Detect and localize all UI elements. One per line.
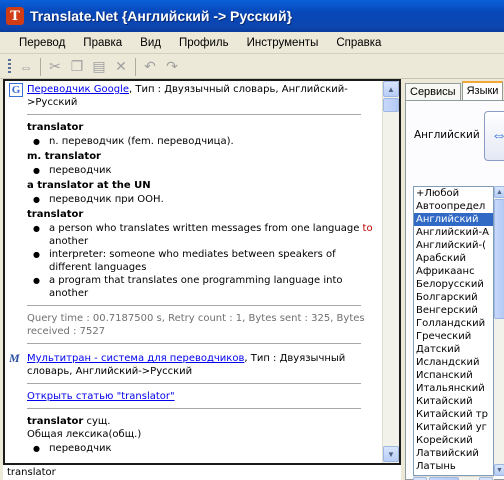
multitran-term-row: translator сущ.: [27, 415, 379, 428]
multitran-logo-icon: M: [9, 351, 20, 365]
language-item[interactable]: Английский: [414, 213, 493, 226]
entry-term: translator: [27, 416, 84, 427]
entry-def: переводчик при ООН.: [27, 193, 379, 206]
google-logo-icon: G: [9, 83, 23, 97]
language-list[interactable]: +Любой Автоопредел Английский Английский-А А…: [413, 186, 494, 476]
tab-services[interactable]: Сервисы: [405, 83, 461, 100]
toolbar-separator: [135, 57, 136, 76]
delete-icon[interactable]: ✕: [111, 57, 131, 77]
from-language-label: Английский: [414, 129, 480, 141]
scroll-thumb[interactable]: [383, 98, 399, 112]
toolbar-grip[interactable]: [8, 58, 11, 75]
languages-panel: Английский ⇔ +Любой Автоопредел Английский…: [405, 100, 504, 480]
entry-def: n. переводчик (fem. переводчица).: [27, 135, 379, 148]
language-item[interactable]: Корейский: [414, 434, 493, 447]
language-item[interactable]: Китайский тр: [414, 408, 493, 421]
language-item[interactable]: Исландский: [414, 356, 493, 369]
language-item[interactable]: Венгерский: [414, 304, 493, 317]
language-item[interactable]: Китайский уг: [414, 421, 493, 434]
app-icon: T: [6, 7, 24, 25]
title-bar[interactable]: T Translate.Net {Английский -> Русский}: [0, 0, 504, 32]
menu-translate[interactable]: Перевод: [0, 37, 74, 49]
multitran-entries: translator сущ. Общая лексика(общ.) пере…: [9, 415, 379, 455]
language-list-scrollbar[interactable]: ▲ ▼: [494, 186, 504, 476]
divider: [27, 343, 361, 344]
results-scrollbar[interactable]: ▲ ▼: [382, 81, 399, 463]
language-item[interactable]: Автоопредел: [414, 200, 493, 213]
scroll-up-icon[interactable]: ▲: [494, 186, 504, 198]
multitran-result-header: M Мультитран - система для переводчиков,…: [9, 350, 379, 378]
language-item[interactable]: Датский: [414, 343, 493, 356]
language-list-hscrollbar[interactable]: ◀ ▶: [413, 476, 494, 480]
divider: [27, 383, 361, 384]
toolbar-separator: [40, 57, 41, 76]
paste-icon[interactable]: ▤: [89, 57, 109, 77]
menu-help[interactable]: Справка: [327, 37, 390, 49]
language-item[interactable]: Испанский: [414, 369, 493, 382]
language-item[interactable]: Английский-А: [414, 226, 493, 239]
language-item[interactable]: Болгарский: [414, 291, 493, 304]
entry-def: a person who translates written messages…: [27, 222, 379, 248]
scroll-down-icon[interactable]: ▼: [494, 464, 504, 476]
divider: [27, 114, 361, 115]
language-item[interactable]: +Любой: [414, 187, 493, 200]
tabs: Сервисы Языки: [405, 81, 504, 101]
entry-term: m. translator: [27, 151, 101, 162]
scroll-down-icon[interactable]: ▼: [383, 446, 399, 462]
entry-def: interpreter: someone who mediates betwee…: [27, 248, 379, 274]
entry-term: translator: [27, 209, 84, 220]
entry-def: переводчик: [27, 442, 379, 455]
toolbar: ⇔ ✂ ❐ ▤ ✕ ↶ ↷: [0, 55, 504, 79]
google-service-link[interactable]: Переводчик Google: [27, 84, 129, 95]
menu-profile[interactable]: Профиль: [170, 37, 238, 49]
open-article-row: Открыть статью "translator": [9, 390, 379, 403]
divider: [27, 408, 361, 409]
copy-icon[interactable]: ❐: [67, 57, 87, 77]
language-item[interactable]: Белорусский: [414, 278, 493, 291]
entry-term: a translator at the UN: [27, 180, 151, 191]
menu-edit[interactable]: Правка: [74, 37, 131, 49]
entry-pos: сущ.: [83, 416, 111, 427]
settings-pane: Сервисы Языки Английский ⇔ +Любой Автоопр…: [405, 79, 504, 480]
language-item[interactable]: Китайский: [414, 395, 493, 408]
undo-icon[interactable]: ↶: [140, 57, 160, 77]
language-item[interactable]: Греческий: [414, 330, 493, 343]
scroll-thumb[interactable]: [494, 199, 504, 319]
scroll-up-icon[interactable]: ▲: [383, 81, 399, 97]
query-stats: Query time : 00.7187500 s, Retry count :…: [27, 313, 365, 337]
language-item[interactable]: Английский-(: [414, 239, 493, 252]
open-article-link[interactable]: Открыть статью "translator": [27, 391, 175, 402]
language-item[interactable]: Голландский: [414, 317, 493, 330]
results-content: G Переводчик Google, Тип : Двуязычный сл…: [9, 81, 379, 463]
redo-icon[interactable]: ↷: [162, 57, 182, 77]
language-item[interactable]: Латвийский: [414, 447, 493, 460]
window-title: Translate.Net {Английский -> Русский}: [30, 8, 293, 24]
translate-icon[interactable]: ⇔: [16, 57, 36, 77]
language-item[interactable]: Арабский: [414, 252, 493, 265]
results-pane[interactable]: G Переводчик Google, Тип : Двуязычный сл…: [3, 79, 401, 465]
entry-def: a program that translates one programmin…: [27, 274, 379, 300]
menu-tools[interactable]: Инструменты: [238, 37, 328, 49]
swap-languages-icon[interactable]: ⇔: [484, 111, 504, 161]
cut-icon[interactable]: ✂: [45, 57, 65, 77]
translate-input[interactable]: [3, 465, 401, 480]
google-entries: translator n. переводчик (fem. переводчи…: [9, 121, 379, 300]
language-item[interactable]: Африкаанс: [414, 265, 493, 278]
google-result-header: G Переводчик Google, Тип : Двуязычный сл…: [9, 81, 379, 109]
language-item[interactable]: Латынь: [414, 460, 493, 473]
menu-view[interactable]: Вид: [131, 37, 170, 49]
language-item[interactable]: Итальянский: [414, 382, 493, 395]
menu-bar: Перевод Правка Вид Профиль Инструменты С…: [0, 32, 504, 54]
entry-category: Общая лексика(общ.): [27, 429, 142, 440]
entry-term: translator: [27, 122, 84, 133]
divider: [27, 305, 361, 306]
tab-languages[interactable]: Языки: [461, 81, 504, 100]
entry-def: переводчик: [27, 164, 379, 177]
multitran-service-link[interactable]: Мультитран - система для переводчиков: [27, 353, 244, 364]
